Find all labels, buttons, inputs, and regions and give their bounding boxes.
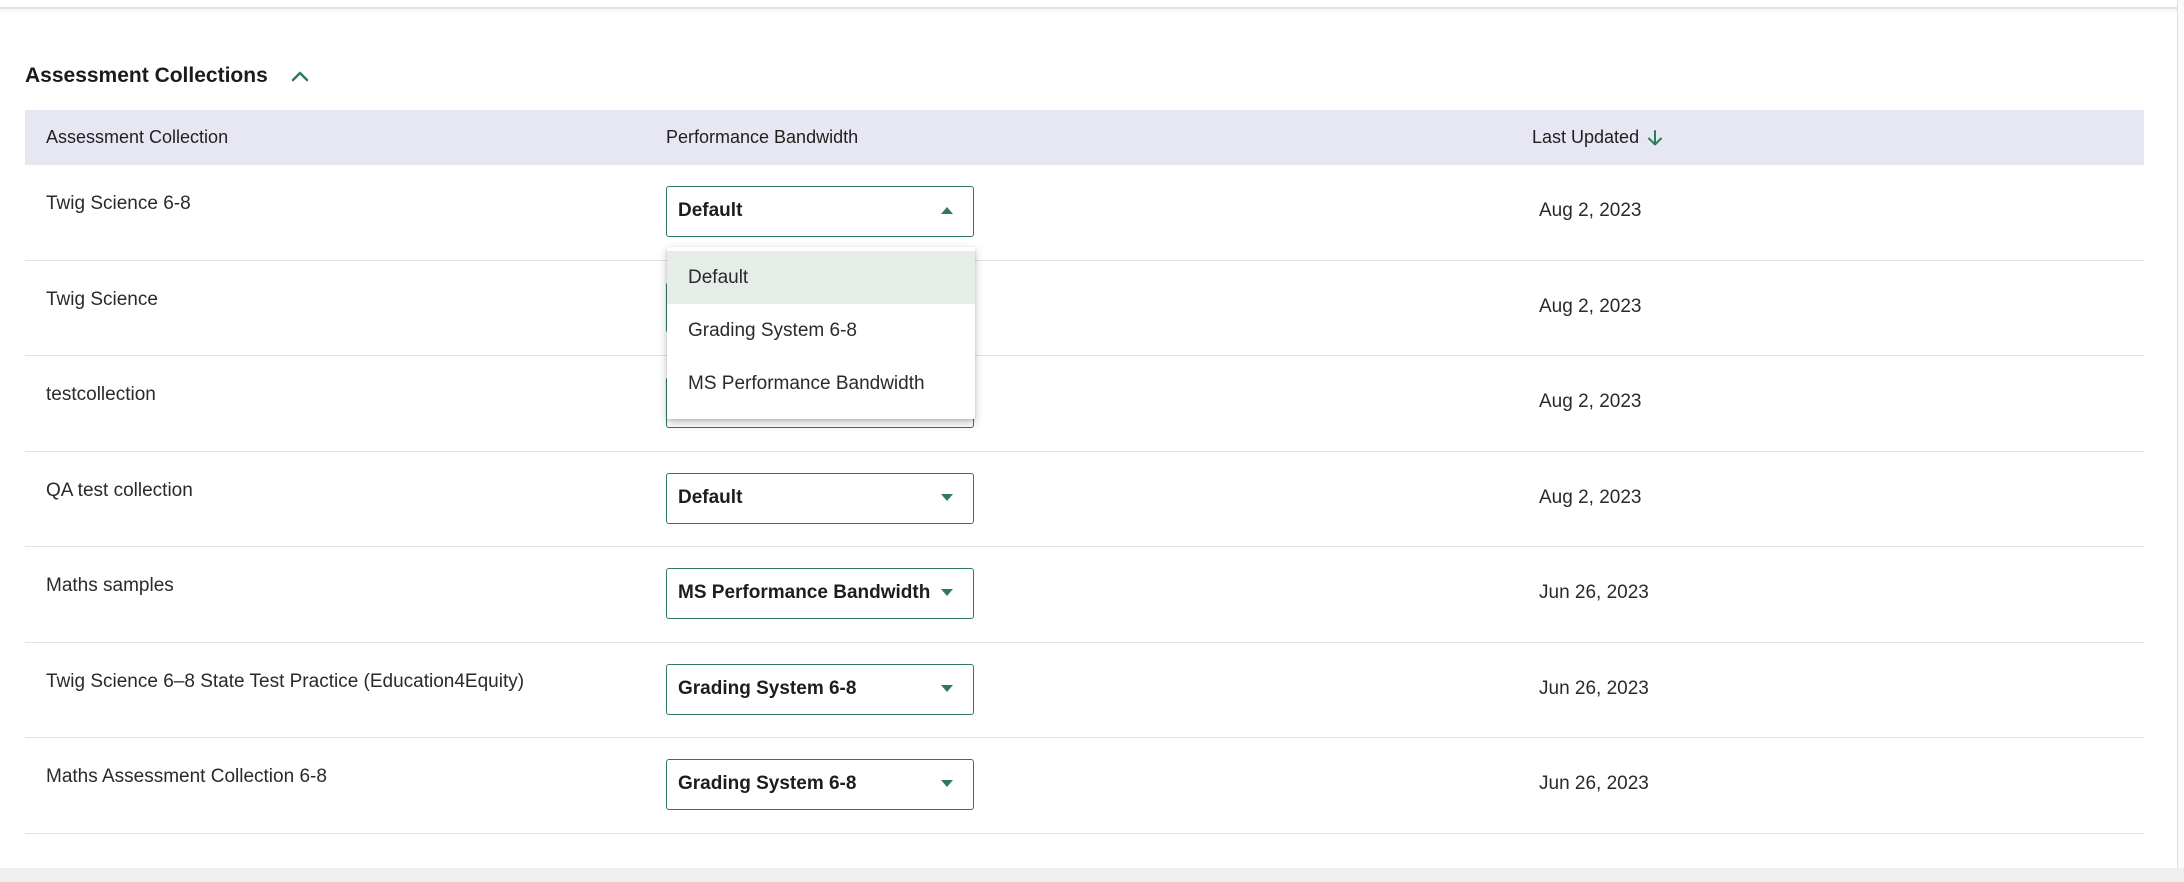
- section-title: Assessment Collections: [25, 64, 268, 87]
- caret-down-icon: [941, 780, 953, 787]
- table-row: Maths samples MS Performance Bandwidth J…: [25, 547, 2144, 643]
- bandwidth-select[interactable]: Grading System 6-8: [666, 663, 974, 715]
- bandwidth-select[interactable]: Default: [666, 186, 974, 237]
- caret-up-icon: [941, 207, 953, 214]
- caret-down-icon: [941, 589, 953, 596]
- collection-name: QA test collection: [46, 479, 193, 501]
- table-row: QA test collection Default Aug 2, 2023: [25, 452, 2144, 547]
- column-header-collection: Assessment Collection: [46, 127, 229, 147]
- collapse-button[interactable]: [286, 62, 314, 90]
- bandwidth-select-value: Grading System 6-8: [678, 677, 857, 699]
- collection-name: Twig Science 6–8 State Test Practice (Ed…: [46, 670, 525, 692]
- table-row: Maths Assessment Collection 6-8 Grading …: [25, 738, 2144, 834]
- section-header: Assessment Collections: [25, 56, 314, 96]
- column-header-updated[interactable]: Last Updated: [1532, 110, 1663, 165]
- bandwidth-select-value: Default: [678, 486, 743, 508]
- last-updated: Jun 26, 2023: [1539, 773, 1649, 794]
- bandwidth-dropdown-menu: Default Grading System 6-8 MS Performanc…: [667, 247, 975, 419]
- dropdown-option-ms-performance-bandwidth[interactable]: MS Performance Bandwidth: [667, 357, 975, 410]
- table-row: Twig Science 6–8 State Test Practice (Ed…: [25, 643, 2144, 738]
- column-header-bandwidth: Performance Bandwidth: [666, 127, 859, 147]
- chevron-up-icon: [291, 71, 309, 82]
- bottom-edge: [0, 868, 2184, 882]
- top-edge: [0, 0, 2178, 9]
- table-row: Twig Science 6-8 Default Aug 2, 2023: [25, 165, 2144, 261]
- last-updated: Aug 2, 2023: [1539, 200, 1642, 221]
- arrow-down-icon: [1648, 129, 1663, 145]
- bandwidth-select[interactable]: Default: [666, 472, 974, 524]
- caret-down-icon: [941, 684, 953, 692]
- bandwidth-select[interactable]: Grading System 6-8: [666, 759, 974, 810]
- collection-name: Maths Assessment Collection 6-8: [46, 766, 327, 787]
- caret-down-icon: [941, 493, 953, 501]
- table-row: testcollection Aug 2, 2023: [25, 356, 2144, 452]
- dropdown-option-grading-system[interactable]: Grading System 6-8: [667, 304, 975, 357]
- collection-name: testcollection: [46, 384, 156, 405]
- collections-table: Assessment Collection Performance Bandwi…: [25, 110, 2144, 834]
- last-updated: Jun 26, 2023: [1539, 677, 1649, 699]
- last-updated: Aug 2, 2023: [1539, 486, 1642, 508]
- collection-name: Maths samples: [46, 575, 174, 596]
- last-updated: Aug 2, 2023: [1539, 295, 1642, 317]
- last-updated: Jun 26, 2023: [1539, 582, 1649, 603]
- collection-name: Twig Science: [46, 288, 158, 310]
- last-updated: Aug 2, 2023: [1539, 391, 1642, 412]
- bandwidth-select-value: MS Performance Bandwidth: [678, 582, 931, 603]
- bandwidth-select[interactable]: MS Performance Bandwidth: [666, 568, 974, 619]
- scrollbar[interactable]: [2177, 0, 2184, 868]
- collection-name: Twig Science 6-8: [46, 193, 191, 214]
- dropdown-option-default[interactable]: Default: [667, 251, 975, 304]
- column-header-updated-label: Last Updated: [1532, 127, 1640, 147]
- table-header: Assessment Collection Performance Bandwi…: [25, 110, 2144, 165]
- table-row: Twig Science Aug 2, 2023: [25, 261, 2144, 356]
- bandwidth-select-value: Default: [678, 200, 743, 221]
- bandwidth-select-value: Grading System 6-8: [678, 773, 857, 794]
